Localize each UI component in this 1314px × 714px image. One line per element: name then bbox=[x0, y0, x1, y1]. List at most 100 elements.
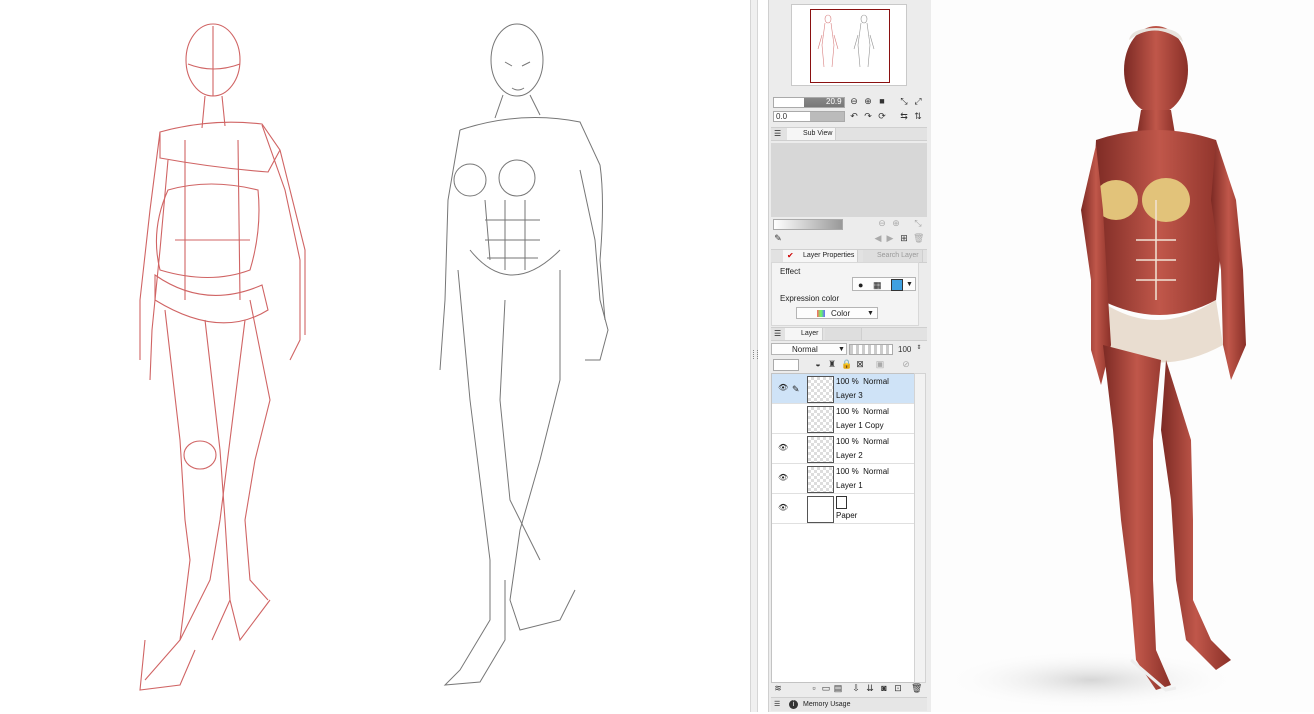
reset-rotate-icon[interactable]: ⟳ bbox=[877, 111, 887, 121]
import-image-icon[interactable]: ⊞ bbox=[899, 233, 909, 243]
layer-row-1-copy[interactable]: 100 % Normal Layer 1 Copy bbox=[772, 404, 914, 434]
layer-row-3[interactable]: 👁 ✎ 100 % Normal Layer 3 bbox=[772, 374, 914, 404]
paper-icon bbox=[836, 496, 847, 509]
new-folder-icon[interactable]: ▤ bbox=[833, 683, 843, 693]
color-swatch-icon bbox=[817, 310, 825, 317]
prev-image-icon[interactable]: ◀ bbox=[873, 233, 883, 243]
layer-list-scrollbar[interactable] bbox=[914, 373, 926, 683]
expression-color-label: Expression color bbox=[780, 294, 840, 303]
navigator-preview[interactable] bbox=[791, 4, 907, 86]
panel-menu-icon-bottom[interactable]: ☰ bbox=[774, 698, 780, 711]
layer-opacity: 100 % bbox=[836, 467, 859, 476]
tab-search-layer[interactable]: Search Layer bbox=[863, 250, 923, 262]
new-raster-layer-icon[interactable]: ▫ bbox=[809, 683, 819, 693]
navigator-view-frame[interactable] bbox=[810, 9, 890, 83]
effect-buttons: ● ▦ ▼ bbox=[852, 277, 916, 291]
layer-row-paper[interactable]: 👁 Paper bbox=[772, 494, 914, 524]
eye-icon[interactable]: 👁 bbox=[778, 384, 788, 392]
construction-sketch bbox=[139, 23, 306, 691]
tone-effect-icon[interactable]: ▦ bbox=[873, 279, 882, 291]
layer-properties-body: Effect ● ▦ ▼ Expression color Color ▼ bbox=[771, 262, 919, 326]
layer-row-1[interactable]: 👁 100 % Normal Layer 1 bbox=[772, 464, 914, 494]
lock-alpha-icon[interactable]: ⊠ bbox=[855, 359, 865, 369]
palette-panel: 20.9 ⊖ ⊕ ■ ⤡ ⤢ 0.0 ↶ ↷ ⟳ ⇆ ⇅ ☰ Sub View … bbox=[768, 0, 932, 712]
layer-name: Layer 2 bbox=[836, 451, 863, 460]
opacity-stepper-icon[interactable]: ⇕ bbox=[914, 343, 924, 353]
expression-color-select[interactable]: Color ▼ bbox=[796, 307, 878, 319]
layer-opacity-mode: 100 % Normal bbox=[836, 437, 889, 446]
pen-icon: ✎ bbox=[792, 384, 800, 394]
layer-opacity-mode: 100 % Normal bbox=[836, 407, 889, 416]
drawing-canvas[interactable] bbox=[0, 0, 750, 712]
rotate-slider-fill bbox=[810, 112, 844, 121]
subview-zoom-out-icon[interactable]: ⊖ bbox=[877, 218, 887, 228]
zoom-out-icon[interactable]: ⊖ bbox=[849, 96, 859, 106]
rotate-right-icon[interactable]: ↷ bbox=[863, 111, 873, 121]
eyedropper-icon[interactable]: ✎ bbox=[773, 233, 783, 243]
blend-chevron-icon: ▼ bbox=[838, 346, 845, 353]
memory-usage-bar: ☰ i Memory Usage bbox=[771, 697, 927, 711]
mask-icon[interactable]: ▣ bbox=[875, 359, 885, 369]
effect-label: Effect bbox=[780, 267, 801, 276]
pencil-anatomy-sketch bbox=[439, 23, 609, 686]
eye-icon[interactable]: 👁 bbox=[778, 474, 788, 482]
eye-icon[interactable]: 👁 bbox=[778, 444, 788, 452]
delete-image-icon[interactable]: 🗑 bbox=[913, 233, 924, 243]
layer-name: Layer 1 Copy bbox=[836, 421, 884, 430]
blend-mode-select[interactable]: Normal ▼ bbox=[771, 343, 847, 355]
opacity-slider[interactable] bbox=[849, 344, 893, 355]
zoom-in-icon[interactable]: ⊕ bbox=[863, 96, 873, 106]
tab-layer-properties[interactable]: Layer Properties bbox=[783, 250, 859, 262]
layer-list: 👁 ✎ 100 % Normal Layer 3 100 % Normal La… bbox=[771, 373, 915, 683]
fit-icon[interactable]: ■ bbox=[877, 96, 887, 106]
delete-layer-icon[interactable]: 🗑 bbox=[911, 683, 922, 693]
effect-dropdown-icon[interactable]: ▼ bbox=[906, 279, 913, 291]
canvas-artwork bbox=[139, 23, 609, 691]
panel-menu-icon[interactable]: ☰ bbox=[774, 129, 781, 138]
reference-layer-icon[interactable]: ♜ bbox=[827, 359, 837, 369]
mask-create-icon[interactable]: ◙ bbox=[879, 683, 889, 693]
mask-dropdown-icon[interactable]: ⊘ bbox=[901, 359, 911, 369]
layer-stack-icon[interactable]: ≋ bbox=[773, 683, 783, 693]
apply-mask-icon[interactable]: ⊡ bbox=[893, 683, 903, 693]
combine-icon[interactable]: ⇊ bbox=[865, 683, 875, 693]
layer-color-icon[interactable] bbox=[773, 359, 799, 371]
eye-icon[interactable]: 👁 bbox=[778, 504, 788, 512]
layer-toolbar: ◒ ♜ 🔒 ⊠ ▣ ⊘ bbox=[771, 358, 927, 371]
layer-properties-icon: ✔ bbox=[787, 251, 794, 260]
transfer-down-icon[interactable]: ⇩ bbox=[851, 683, 861, 693]
layer-bottom-toolbar: ≋ ▫ ▭ ▤ ⇩ ⇊ ◙ ⊡ 🗑 bbox=[771, 682, 927, 696]
color-effect-icon[interactable] bbox=[891, 279, 903, 291]
flip-icon[interactable]: ⤢ bbox=[913, 96, 923, 106]
layer-opacity-mode: 100 % Normal bbox=[836, 467, 889, 476]
layer-mode: Normal bbox=[863, 407, 889, 416]
next-image-icon[interactable]: ▶ bbox=[885, 233, 895, 243]
layer-name: Layer 3 bbox=[836, 391, 863, 400]
rotate-left-icon[interactable]: ↶ bbox=[849, 111, 859, 121]
tab-layer[interactable]: Layer bbox=[785, 328, 823, 340]
tab-other-palette-2[interactable] bbox=[843, 328, 862, 340]
lock-icon[interactable]: 🔒 bbox=[841, 359, 852, 369]
layer-name: Paper bbox=[836, 511, 858, 520]
splitter-grip[interactable] bbox=[753, 350, 758, 359]
flip-horizontal-icon[interactable]: ⇆ bbox=[899, 111, 909, 121]
subview-zoom-in-icon[interactable]: ⊕ bbox=[891, 218, 901, 228]
layer-properties-tabbar: Layer Properties ✔ Search Layer bbox=[771, 249, 927, 263]
new-vector-layer-icon[interactable]: ▭ bbox=[821, 683, 831, 693]
subview-area[interactable] bbox=[771, 143, 927, 217]
fit-window-icon[interactable]: ⤡ bbox=[899, 96, 909, 106]
flip-vertical-icon[interactable]: ⇅ bbox=[913, 111, 923, 121]
memory-usage-label: Memory Usage bbox=[803, 701, 851, 708]
opacity-value[interactable]: 100 bbox=[898, 345, 911, 354]
layer-panel-menu-icon[interactable]: ☰ bbox=[774, 329, 781, 338]
clip-icon[interactable]: ◒ bbox=[813, 359, 823, 369]
layer-thumbnail bbox=[807, 466, 834, 493]
rotate-value: 0.0 bbox=[776, 112, 788, 121]
tab-other-palette[interactable] bbox=[825, 328, 844, 340]
subview-fit-icon[interactable]: ⤡ bbox=[913, 218, 923, 228]
subview-slider[interactable] bbox=[773, 219, 843, 230]
panel-splitter[interactable] bbox=[750, 0, 758, 712]
layer-row-2[interactable]: 👁 100 % Normal Layer 2 bbox=[772, 434, 914, 464]
tab-subview[interactable]: Sub View bbox=[787, 128, 837, 140]
border-effect-icon[interactable]: ● bbox=[858, 279, 863, 291]
